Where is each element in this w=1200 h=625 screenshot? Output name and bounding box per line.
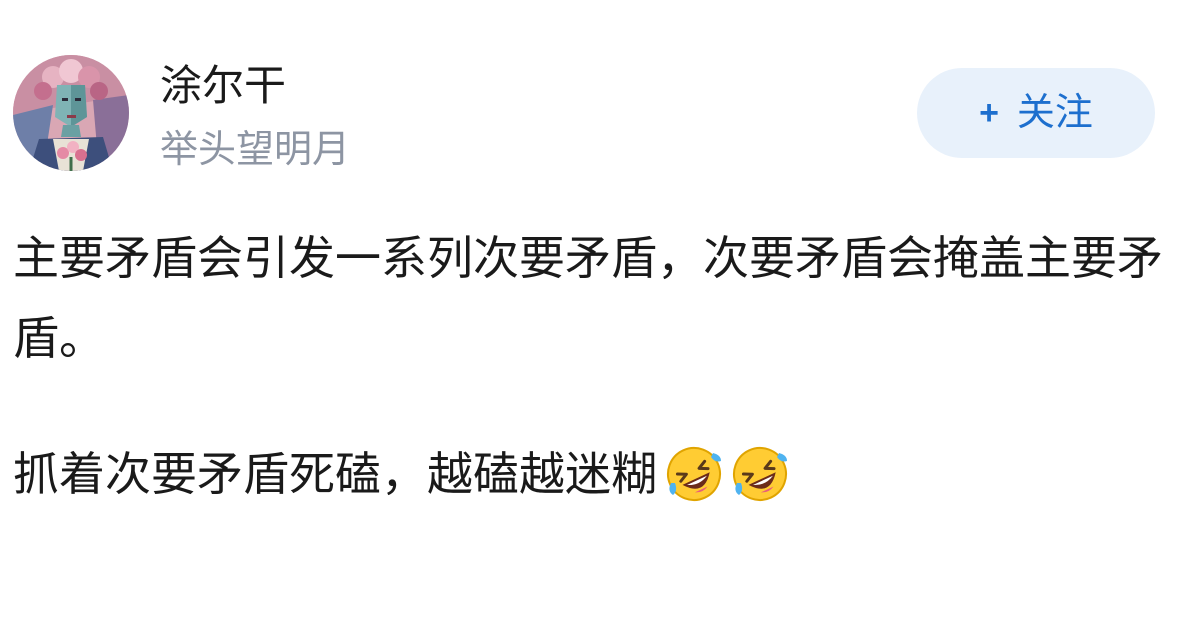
post-content: 主要矛盾会引发一系列次要矛盾，次要矛盾会掩盖主要矛盾。 抓着次要矛盾死磕，越磕越… <box>13 218 1183 514</box>
post-paragraph: 主要矛盾会引发一系列次要矛盾，次要矛盾会掩盖主要矛盾。 <box>13 231 1163 365</box>
avatar-portrait-image <box>13 55 129 171</box>
post-header: 涂尔干 举头望明月 + 关注 <box>0 0 1200 190</box>
avatar[interactable] <box>13 55 129 171</box>
follow-button-label: 关注 <box>1016 92 1093 134</box>
follow-button[interactable]: + 关注 <box>917 68 1155 158</box>
author-name[interactable]: 涂尔干 <box>160 58 286 114</box>
rolling-on-floor-laughing-icon <box>731 445 789 503</box>
author-signature: 举头望明月 <box>160 127 351 171</box>
post-paragraph-text: 抓着次要矛盾死磕，越磕越迷糊 <box>13 447 657 501</box>
plus-icon: + <box>979 94 999 132</box>
post-paragraph: 抓着次要矛盾死磕，越磕越迷糊 <box>13 434 1183 514</box>
rolling-on-floor-laughing-icon <box>665 445 723 503</box>
